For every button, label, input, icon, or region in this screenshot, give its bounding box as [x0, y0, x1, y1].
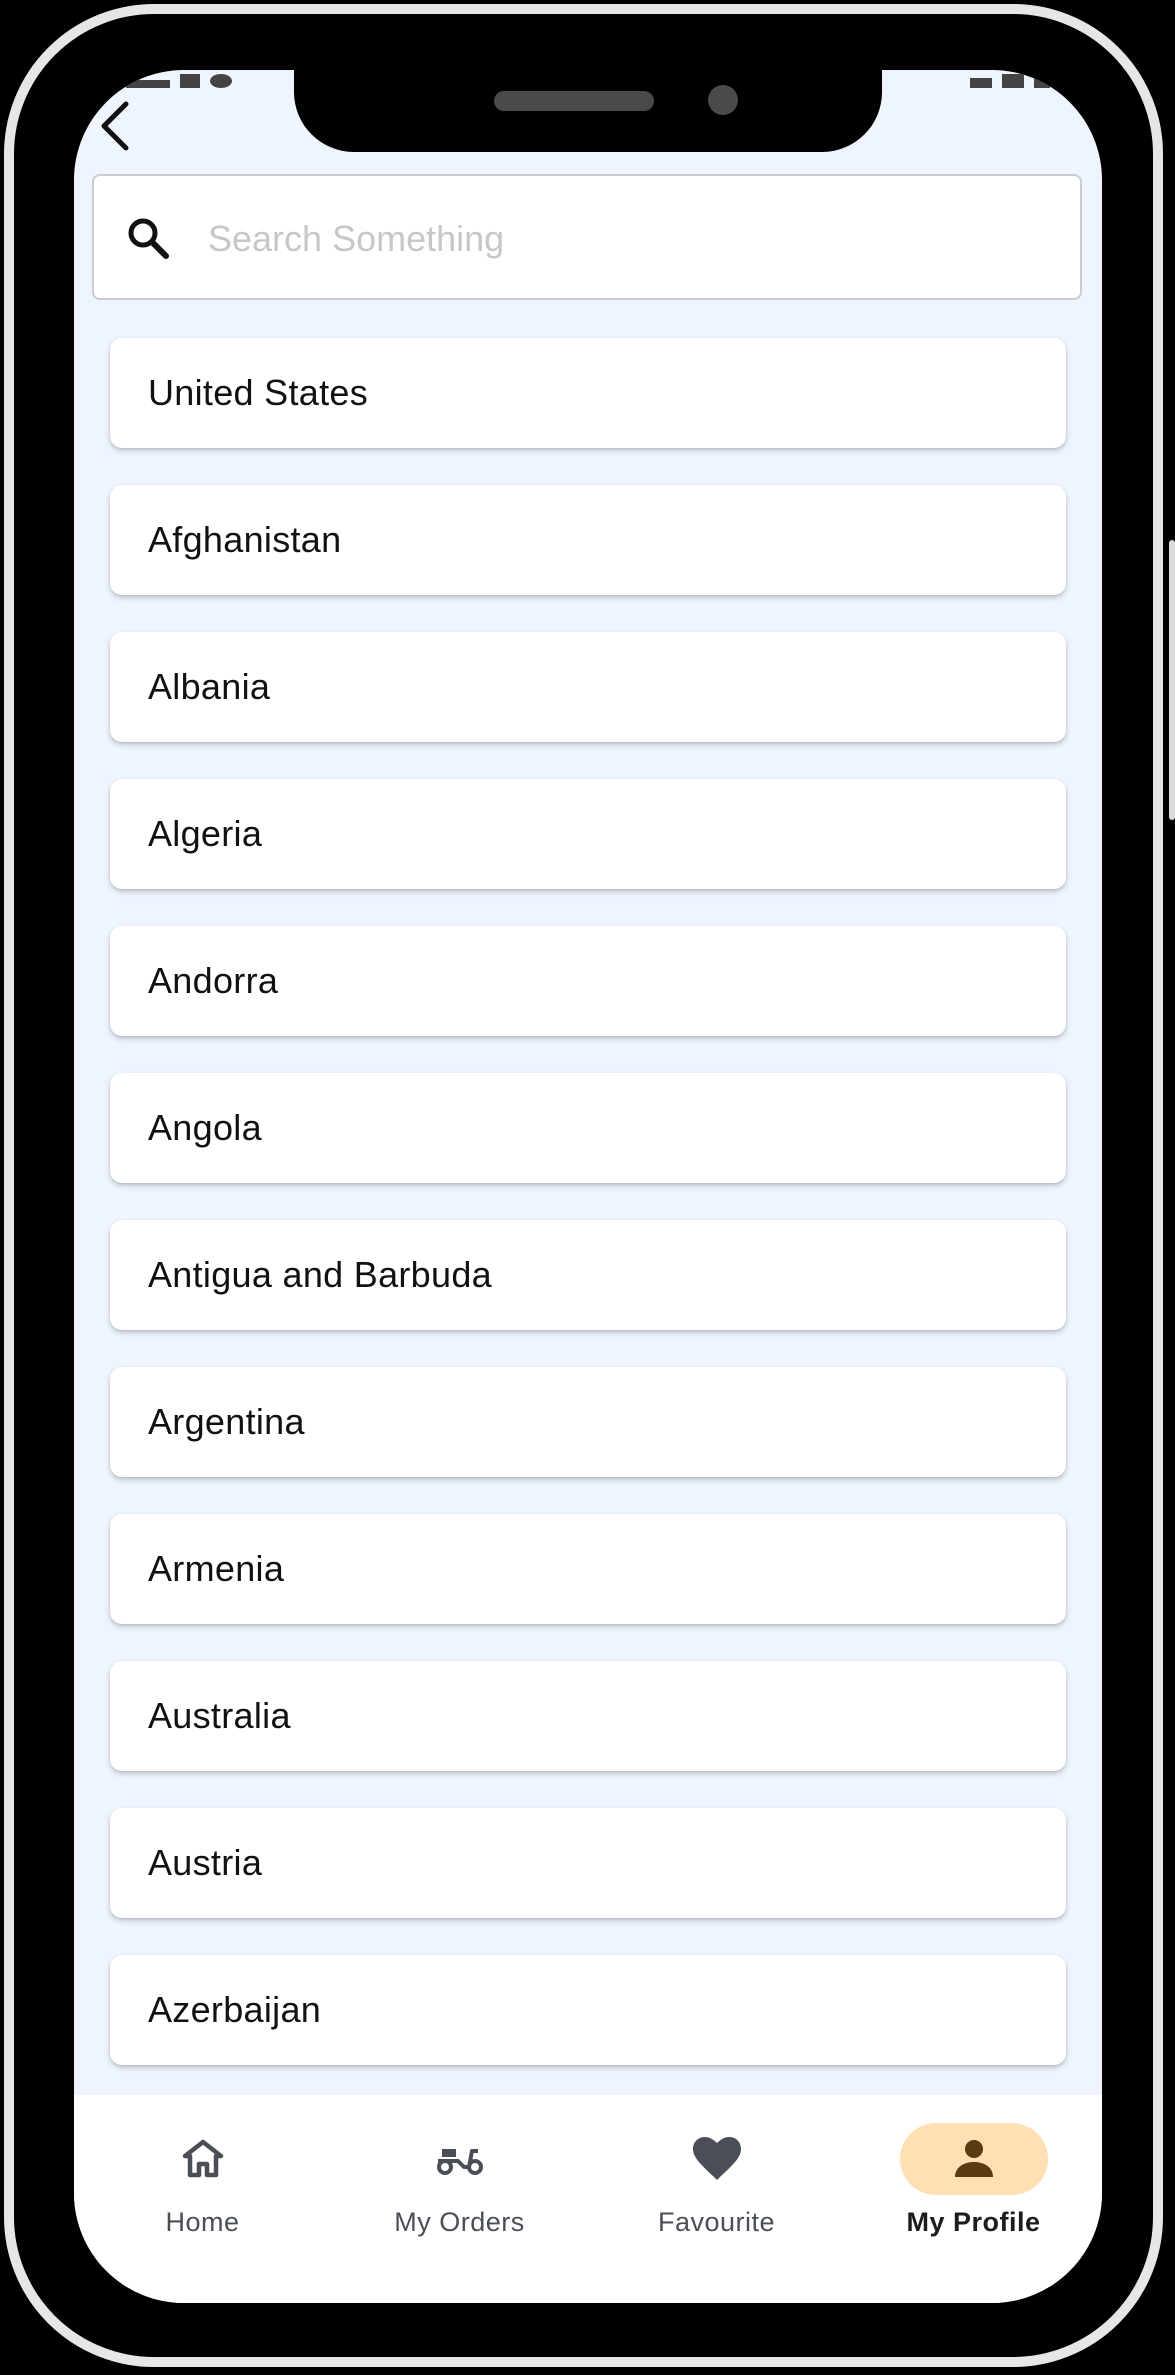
country-item-algeria[interactable]: Algeria: [110, 779, 1066, 889]
country-label: Austria: [148, 1842, 263, 1883]
home-icon: [182, 2139, 223, 2178]
heart-icon: [692, 2137, 741, 2180]
chevron-left-icon: [101, 101, 129, 151]
country-label: United States: [148, 372, 369, 413]
country-label: Australia: [148, 1695, 291, 1736]
country-list: United States Afghanistan Albania Algeri…: [110, 338, 1066, 2102]
country-item-antigua-and-barbuda[interactable]: Antigua and Barbuda: [110, 1220, 1066, 1330]
nav-pill: [129, 2123, 277, 2195]
scooter-icon: [436, 2149, 483, 2175]
nav-item-home[interactable]: Home: [74, 2095, 331, 2303]
country-label: Afghanistan: [148, 519, 342, 560]
country-label: Albania: [148, 666, 271, 707]
country-item-austria[interactable]: Austria: [110, 1808, 1066, 1918]
country-item-afghanistan[interactable]: Afghanistan: [110, 485, 1066, 595]
nav-pill: [643, 2123, 791, 2195]
speaker-grille: [494, 91, 654, 111]
country-label: Angola: [148, 1107, 262, 1148]
power-button: [1169, 540, 1175, 820]
nav-label: Home: [165, 2207, 240, 2237]
nav-pill-active: [899, 2123, 1048, 2195]
country-item-argentina[interactable]: Argentina: [110, 1367, 1066, 1477]
country-item-andorra[interactable]: Andorra: [110, 926, 1066, 1036]
search-input[interactable]: [206, 200, 1050, 278]
search-icon: [128, 218, 169, 259]
nav-label: Favourite: [657, 2207, 776, 2237]
country-item-angola[interactable]: Angola: [110, 1073, 1066, 1183]
country-label: Andorra: [148, 960, 279, 1001]
app-screen: United States Afghanistan Albania Algeri…: [74, 70, 1102, 2303]
nav-item-favourite[interactable]: Favourite: [588, 2095, 845, 2303]
nav-item-my-orders[interactable]: My Orders: [331, 2095, 588, 2303]
country-item-australia[interactable]: Australia: [110, 1661, 1066, 1771]
country-label: Algeria: [148, 813, 263, 854]
nav-pill: [386, 2123, 534, 2195]
country-item-albania[interactable]: Albania: [110, 632, 1066, 742]
person-icon: [954, 2140, 993, 2177]
country-label: Antigua and Barbuda: [148, 1254, 492, 1295]
country-label: Argentina: [148, 1401, 305, 1442]
country-label: Azerbaijan: [148, 1989, 322, 2030]
bottom-navigation: Home My Orders Favourite My Profile: [74, 2095, 1102, 2303]
phone-frame: United States Afghanistan Albania Algeri…: [0, 0, 1175, 2375]
nav-label: My Orders: [394, 2207, 525, 2237]
front-camera: [708, 85, 738, 115]
status-bar-left: [126, 70, 232, 88]
status-bar-right: [970, 70, 1050, 88]
country-item-armenia[interactable]: Armenia: [110, 1514, 1066, 1624]
nav-item-my-profile[interactable]: My Profile: [845, 2095, 1102, 2303]
search-bar[interactable]: [92, 174, 1082, 300]
country-item-azerbaijan[interactable]: Azerbaijan: [110, 1955, 1066, 2065]
country-item-united-states[interactable]: United States: [110, 338, 1066, 448]
camera-notch: [294, 70, 882, 152]
back-button[interactable]: [88, 98, 144, 154]
nav-label: My Profile: [906, 2207, 1041, 2237]
country-label: Armenia: [148, 1548, 285, 1589]
